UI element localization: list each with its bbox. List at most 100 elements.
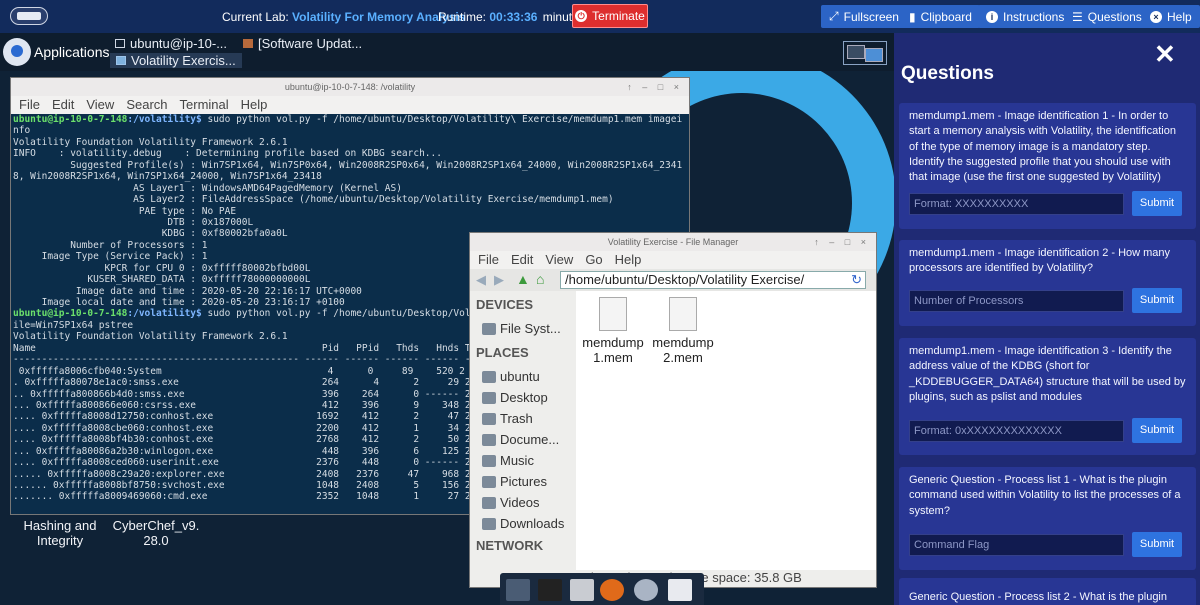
fm-file-view[interactable]: memdump 1.mem memdump 2.mem xyxy=(576,291,876,570)
menu-help[interactable]: Help xyxy=(615,252,642,267)
task-file-manager[interactable]: Volatility Exercis... xyxy=(110,53,242,68)
back-arrow-icon[interactable]: ◀ xyxy=(476,272,486,288)
clipboard-button[interactable]: ▮ Clipboard xyxy=(901,5,980,28)
update-icon xyxy=(243,39,253,48)
sidebar-item-ubuntu[interactable]: ubuntu xyxy=(482,369,540,384)
applications-icon xyxy=(3,38,31,66)
fm-toolbar: ◀ ▶ ▲ ⌂ /home/ubuntu/Desktop/Volatility … xyxy=(470,269,876,291)
place-icon xyxy=(482,391,496,404)
list-icon: ☰ xyxy=(1072,9,1083,24)
sidebar-item-downloads[interactable]: Downloads xyxy=(482,516,564,531)
desktop-icon-cyberchef[interactable]: CyberChef_v9. 28.0 xyxy=(108,518,204,548)
sidebar-item-trash[interactable]: Trash xyxy=(482,411,533,426)
task-label: [Software Updat... xyxy=(258,36,363,51)
info-icon: i xyxy=(986,10,998,23)
applications-menu[interactable]: Applications xyxy=(3,38,110,66)
window-controls[interactable]: ↑ – □ × xyxy=(814,233,870,251)
file-memdump1[interactable]: memdump 1.mem xyxy=(578,297,648,365)
place-icon xyxy=(482,412,496,425)
submit-button[interactable]: Submit xyxy=(1132,191,1182,216)
terminate-button[interactable]: ⏻ Terminate xyxy=(572,4,648,28)
sidebar-item-videos[interactable]: Videos xyxy=(482,495,540,510)
menu-search[interactable]: Search xyxy=(126,97,167,112)
show-desktop-icon[interactable] xyxy=(506,579,530,601)
remote-desktop[interactable]: Applications ubuntu@ip-10-... [Software … xyxy=(0,33,896,605)
menu-edit[interactable]: Edit xyxy=(511,252,533,267)
desktop-icon-hashing[interactable]: Hashing and Integrity xyxy=(18,518,102,548)
prompt-user: ubuntu@ip-10-0-7-148 xyxy=(13,308,128,320)
top-bar: Current Lab: Volatility For Memory Analy… xyxy=(0,0,1200,33)
sidebar-item-pictures[interactable]: Pictures xyxy=(482,474,547,489)
sidebar-label: Music xyxy=(500,453,534,468)
menu-terminal[interactable]: Terminal xyxy=(180,97,229,112)
sidebar-item-docume[interactable]: Docume... xyxy=(482,432,559,447)
terminal-line: 8, Win2008R2SP1x64, Win7SP1x64_24000, Wi… xyxy=(13,171,322,183)
sidebar-label: Docume... xyxy=(500,432,560,447)
document-icon xyxy=(599,297,627,331)
question-card: Generic Question - Process list 1 - What… xyxy=(899,467,1196,570)
fullscreen-label: Fullscreen xyxy=(843,9,899,24)
answer-input[interactable]: Command Flag xyxy=(909,534,1124,556)
sidebar-label: Desktop xyxy=(500,390,548,405)
menu-file[interactable]: File xyxy=(478,252,499,267)
menu-view[interactable]: View xyxy=(545,252,573,267)
place-icon xyxy=(482,370,496,383)
sidebar-item-desktop[interactable]: Desktop xyxy=(482,390,548,405)
answer-input[interactable]: Format: XXXXXXXXXX xyxy=(909,193,1124,215)
submit-button[interactable]: Submit xyxy=(1132,418,1182,443)
path-text: /home/ubuntu/Desktop/Volatility Exercise… xyxy=(565,272,805,287)
command-text: sudo python vol.py -f /home/ubuntu/Deskt… xyxy=(201,114,683,125)
sidebar-label: Pictures xyxy=(500,474,547,489)
terminal-titlebar[interactable]: ubuntu@ip-10-0-7-148: /volatility ↑ – □ × xyxy=(11,78,689,96)
terminal-line: AS Layer2 : FileAddressSpace (/home/ubun… xyxy=(13,194,614,206)
menu-help[interactable]: Help xyxy=(241,97,268,112)
workspace-switcher[interactable] xyxy=(843,41,887,65)
file-name: 1.mem xyxy=(593,350,633,365)
folder-icon[interactable] xyxy=(668,579,692,601)
file-memdump2[interactable]: memdump 2.mem xyxy=(648,297,718,365)
terminal-line: nfo xyxy=(13,125,31,137)
icon-label: 28.0 xyxy=(143,533,169,548)
up-arrow-icon[interactable]: ▲ xyxy=(516,271,530,287)
answer-input[interactable]: Format: 0xXXXXXXXXXXXXX xyxy=(909,420,1124,442)
help-button[interactable]: × Help xyxy=(1142,5,1200,28)
home-folder-icon[interactable] xyxy=(570,579,594,601)
home-icon[interactable]: ⌂ xyxy=(536,271,544,287)
window-controls[interactable]: ↑ – □ × xyxy=(627,78,683,96)
fm-title: Volatility Exercise - File Manager xyxy=(607,237,739,247)
expand-icon: ⤢ xyxy=(829,9,839,23)
close-icon[interactable]: ✕ xyxy=(1154,39,1176,70)
answer-input[interactable]: Number of Processors xyxy=(909,290,1124,312)
terminal-launcher-icon[interactable] xyxy=(538,579,562,601)
firefox-icon[interactable] xyxy=(600,579,624,601)
menu-go[interactable]: Go xyxy=(585,252,602,267)
file-manager-window[interactable]: Volatility Exercise - File Manager ↑ – □ … xyxy=(469,232,877,588)
network-header: NETWORK xyxy=(476,538,544,553)
search-icon[interactable] xyxy=(634,579,658,601)
menu-edit[interactable]: Edit xyxy=(52,97,74,112)
question-card: Generic Question - Process list 2 - What… xyxy=(899,578,1196,605)
menu-file[interactable]: File xyxy=(19,97,40,112)
submit-button[interactable]: Submit xyxy=(1132,532,1182,557)
power-icon: ⏻ xyxy=(575,10,588,22)
task-terminal[interactable]: ubuntu@ip-10-... xyxy=(115,36,227,51)
menu-view[interactable]: View xyxy=(86,97,114,112)
question-text: Generic Question - Process list 1 - What… xyxy=(909,474,1181,517)
questions-panel: Questions ✕ memdump1.mem - Image identif… xyxy=(894,33,1200,605)
submit-button[interactable]: Submit xyxy=(1132,288,1182,313)
place-icon xyxy=(482,475,496,488)
instructions-button[interactable]: i Instructions xyxy=(978,5,1073,28)
prompt-dir: :/volatility$ xyxy=(127,114,202,125)
runtime-value: 00:33:36 xyxy=(489,10,538,24)
questions-button[interactable]: ☰ Questions xyxy=(1064,5,1150,28)
fullscreen-button[interactable]: ⤢ Fullscreen xyxy=(821,5,907,28)
forward-arrow-icon[interactable]: ▶ xyxy=(494,272,504,288)
top-panel: Applications ubuntu@ip-10-... [Software … xyxy=(0,33,894,71)
reload-icon[interactable]: ↻ xyxy=(851,272,862,288)
fm-titlebar[interactable]: Volatility Exercise - File Manager ↑ – □ … xyxy=(470,233,876,251)
sidebar-item-music[interactable]: Music xyxy=(482,453,534,468)
path-input[interactable]: /home/ubuntu/Desktop/Volatility Exercise… xyxy=(560,271,866,289)
task-software-update[interactable]: [Software Updat... xyxy=(243,36,362,51)
sidebar-item-filesystem[interactable]: File Syst... xyxy=(482,321,561,336)
terminal-line: INFO : volatility.debug : Determining pr… xyxy=(13,148,442,160)
